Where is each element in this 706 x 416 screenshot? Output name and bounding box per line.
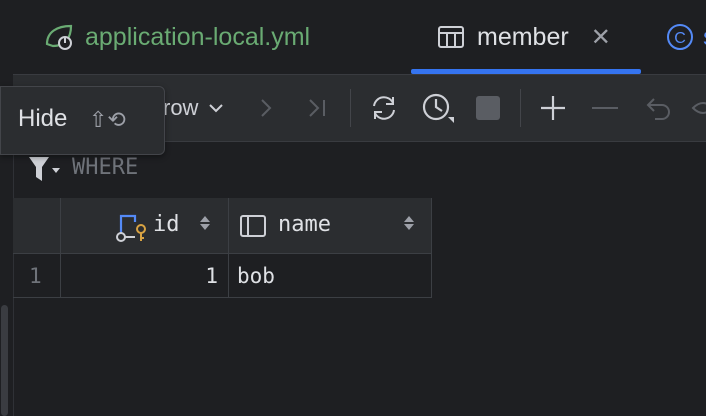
tooltip-shortcut: ⇧⟲ [89,107,126,132]
table-icon [437,24,465,50]
table-cell-name[interactable]: bob [229,254,432,298]
sort-icon[interactable] [403,214,415,237]
refresh-icon[interactable] [365,75,403,141]
class-icon: C [665,22,695,52]
row-number-header [13,198,61,254]
row-count-label: row [163,95,199,120]
primary-key-icon [115,212,149,247]
chevron-down-icon [208,103,224,113]
preview-icon[interactable] [691,75,706,141]
tab-label: application-local.yml [85,22,311,51]
active-tab-indicator [411,69,641,74]
table-cell-id[interactable]: 1 [61,254,229,298]
svg-text:C: C [674,30,686,47]
tab-application-local-yml[interactable]: application-local.yml [43,0,310,74]
history-icon[interactable] [418,75,456,141]
tab-label: member [477,22,569,51]
column-header-id[interactable]: id [61,198,229,254]
column-name: id [153,212,180,237]
close-icon[interactable]: ✕ [591,23,611,52]
vertical-scrollbar[interactable] [1,305,8,416]
filter-icon[interactable] [27,155,61,188]
hide-tooltip: Hide ⇧⟲ [0,86,165,155]
editor-tab-bar: application-local.yml member ✕ C s [13,0,706,75]
column-icon [239,214,267,243]
tooltip-label: Hide [18,105,68,132]
delete-row-icon[interactable] [590,75,620,141]
sort-icon[interactable] [199,214,211,237]
spring-leaf-icon [43,22,75,52]
stop-icon[interactable] [473,75,503,141]
revert-icon[interactable] [641,75,673,141]
last-icon[interactable] [303,75,333,141]
toolbar-separator [350,89,351,127]
column-header-name[interactable]: name [229,198,432,254]
add-row-icon[interactable] [537,75,569,141]
tab-s[interactable]: C s [665,0,706,74]
row-number[interactable]: 1 [13,254,61,298]
tab-member[interactable]: member ✕ [411,0,641,74]
toolbar-separator [520,89,521,127]
next-icon[interactable] [253,75,279,141]
left-gutter [0,0,14,416]
where-filter-input[interactable]: WHERE [72,155,138,180]
column-name: name [278,212,331,237]
row-count-dropdown[interactable]: row [163,75,243,141]
